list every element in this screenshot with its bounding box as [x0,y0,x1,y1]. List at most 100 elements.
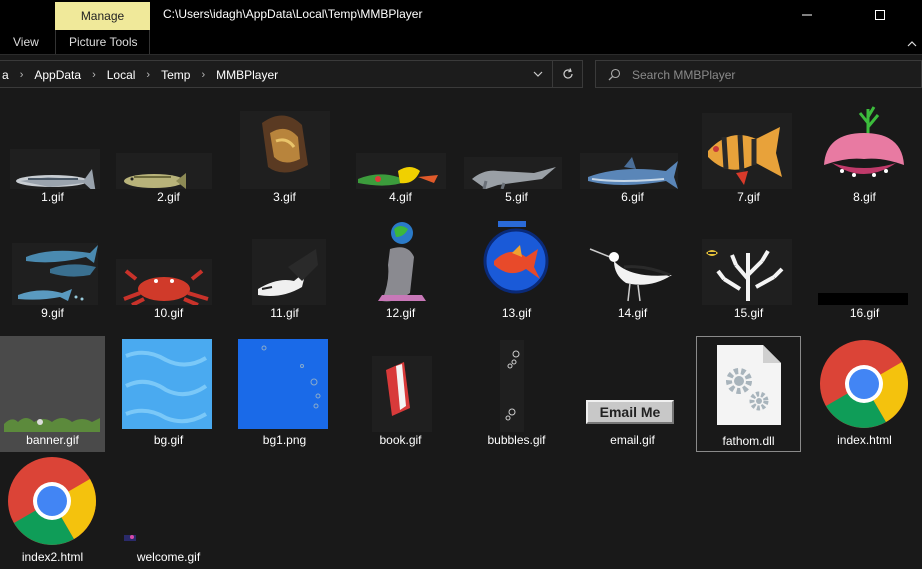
email-me-thumbnail-text: Email Me [586,400,674,424]
ribbon: View Picture Tools [0,30,922,55]
file-name: 3.gif [273,190,296,204]
file-thumbnail [464,336,569,432]
file-thumbnail [580,93,685,189]
tab-manage[interactable]: Manage [55,2,150,30]
file-thumbnail [116,336,221,432]
file-item[interactable]: index.html [812,336,917,452]
file-name: index2.html [21,550,84,564]
file-thumbnail [696,93,801,189]
file-item[interactable]: 12.gif [348,209,453,325]
file-thumbnail [580,209,685,305]
file-thumbnail [116,209,221,305]
file-grid: 1.gif 2.gif 3.gif 4.gif 5.gif 6.gif 7.gi… [0,93,922,569]
file-name: index.html [837,433,892,447]
file-item[interactable]: 7.gif [696,93,801,209]
file-item[interactable]: 5.gif [464,93,569,209]
file-thumbnail [232,93,337,189]
file-thumbnail [464,209,569,305]
chrome-icon [820,340,908,428]
breadcrumb-item-partial[interactable]: a [0,68,12,82]
address-history-dropdown[interactable] [527,61,549,87]
file-item-selected[interactable]: banner.gif [0,336,105,452]
chevron-down-icon [533,71,543,77]
chevron-right-icon[interactable]: › [138,69,158,81]
file-thumbnail [812,93,917,189]
file-thumbnail [0,336,105,432]
file-item[interactable]: 1.gif [0,93,105,209]
file-item[interactable]: bg.gif [116,336,221,452]
file-thumbnail [0,209,105,305]
file-name: 14.gif [617,306,648,320]
file-item[interactable]: 6.gif [580,93,685,209]
chevron-right-icon[interactable]: › [84,69,104,81]
file-thumbnail [116,93,221,189]
file-thumbnail [0,453,105,549]
file-thumbnail [812,209,917,305]
chevron-right-icon[interactable]: › [193,69,213,81]
collapse-ribbon-button[interactable] [906,36,918,54]
file-name: 11.gif [270,306,299,320]
breadcrumb-item-temp[interactable]: Temp [158,68,193,82]
file-item[interactable]: 4.gif [348,93,453,209]
file-name: 7.gif [737,190,760,204]
file-thumbnail [464,93,569,189]
file-item[interactable]: Email Me email.gif [580,336,685,452]
refresh-icon [562,68,573,79]
file-name: bg.gif [153,433,184,447]
file-item[interactable]: 16.gif [812,209,917,325]
breadcrumb-item-local[interactable]: Local [104,68,139,82]
file-thumbnail [812,336,917,432]
file-thumbnail: Email Me [580,336,685,432]
tab-view[interactable]: View [13,35,39,49]
search-box[interactable] [595,60,922,88]
file-name: 15.gif [733,306,764,320]
file-item[interactable]: 10.gif [116,209,221,325]
minimize-button[interactable] [784,0,830,30]
file-item[interactable]: 15.gif [696,209,801,325]
file-item[interactable]: fathom.dll [696,336,801,452]
file-item[interactable]: 14.gif [580,209,685,325]
file-name: 13.gif [501,306,532,320]
file-item[interactable]: 2.gif [116,93,221,209]
chrome-icon [8,457,96,545]
file-item[interactable]: 8.gif [812,93,917,209]
address-bar[interactable]: a › AppData › Local › Temp › MMBPlayer [0,60,583,88]
file-item[interactable]: 13.gif [464,209,569,325]
file-name: 4.gif [389,190,412,204]
file-name: 6.gif [621,190,644,204]
file-item[interactable]: index2.html [0,453,105,569]
tab-picture-tools[interactable]: Picture Tools [69,35,137,49]
breadcrumb-item-appdata[interactable]: AppData [31,68,84,82]
file-thumbnail [348,336,453,432]
settings-file-icon [717,345,781,425]
file-item[interactable]: book.gif [348,336,453,452]
file-thumbnail [232,209,337,305]
file-name: 16.gif [849,306,880,320]
chevron-right-icon[interactable]: › [12,69,32,81]
file-item[interactable]: bubbles.gif [464,336,569,452]
file-thumbnail [116,453,221,549]
title-bar: Manage C:\Users\idagh\AppData\Local\Temp… [0,0,922,30]
breadcrumb-item-mmbplayer[interactable]: MMBPlayer [213,68,281,82]
search-icon [608,68,621,81]
file-item[interactable]: bg1.png [232,336,337,452]
maximize-button[interactable] [857,0,903,30]
address-toolbar: a › AppData › Local › Temp › MMBPlayer [0,55,922,93]
file-thumbnail [697,337,800,433]
breadcrumb: a › AppData › Local › Temp › MMBPlayer [0,61,281,89]
file-item[interactable]: 9.gif [0,209,105,325]
file-item[interactable]: 11.gif [232,209,337,325]
search-input[interactable] [630,65,914,85]
file-item[interactable]: 3.gif [232,93,337,209]
file-name: 12.gif [385,306,416,320]
file-name: 5.gif [505,190,528,204]
file-name: email.gif [610,433,655,447]
minimize-icon [802,14,812,16]
file-thumbnail [232,336,337,432]
chevron-up-icon [907,41,917,47]
file-name: fathom.dll [722,434,775,448]
file-name: 8.gif [853,190,876,204]
file-item[interactable]: welcome.gif [116,453,221,569]
refresh-button[interactable] [552,61,582,87]
file-name: bg1.png [262,433,307,447]
